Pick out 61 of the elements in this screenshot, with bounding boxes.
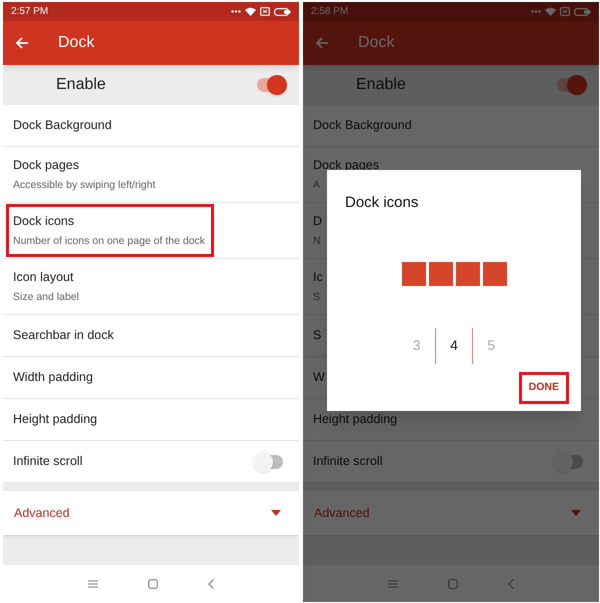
caret-down-icon[interactable] <box>571 510 581 516</box>
setting-title: Dock pages <box>13 156 80 174</box>
setting-row[interactable]: Height padding <box>3 399 299 441</box>
setting-title: Height padding <box>313 411 398 428</box>
setting-subtitle: S <box>313 290 322 304</box>
setting-row[interactable]: Dock pages Accessible by swiping left/right <box>3 147 299 203</box>
toggle-switch[interactable] <box>257 78 285 92</box>
toggle-switch[interactable] <box>255 454 283 468</box>
caret-down-icon[interactable] <box>271 510 281 516</box>
setting-title: Infinite scroll <box>13 453 82 470</box>
back-arrow-icon[interactable] <box>315 36 329 50</box>
back-icon[interactable] <box>208 578 214 588</box>
done-button[interactable]: DONE <box>518 372 569 404</box>
home-icon[interactable] <box>448 578 458 588</box>
setting-title: Width padding <box>13 369 93 386</box>
more-dots-icon <box>531 10 541 13</box>
more-dots-icon <box>231 10 241 13</box>
setting-title: Infinite scroll <box>313 453 382 470</box>
setting-title: Ic <box>313 268 323 286</box>
setting-title: Icon layout <box>13 268 74 286</box>
setting-subtitle: Accessible by swiping left/right <box>13 178 156 192</box>
section-label: Advanced <box>314 504 370 522</box>
setting-title: Dock Background <box>13 117 112 134</box>
setting-row[interactable]: Infinite scroll <box>3 441 299 483</box>
dialog-title: Dock icons <box>345 193 418 213</box>
setting-title: Dock icons <box>13 212 76 230</box>
setting-row[interactable]: Icon layout Size and label <box>3 259 299 315</box>
wifi-icon <box>545 7 556 16</box>
setting-title: Searchbar in dock <box>13 327 114 344</box>
wifi-icon <box>245 7 256 16</box>
setting-title: Dock Background <box>313 117 412 134</box>
enable-label: Enable <box>356 75 406 95</box>
sim-icon <box>260 7 270 16</box>
menu-icon[interactable] <box>88 580 98 588</box>
battery-icon <box>574 8 591 16</box>
setting-subtitle: Number of icons on one page of the dock <box>13 234 206 248</box>
menu-icon[interactable] <box>388 580 398 588</box>
section-label: Advanced <box>14 504 70 522</box>
setting-row[interactable]: Width padding <box>3 357 299 399</box>
enable-label: Enable <box>56 75 106 95</box>
screen-title: Dock <box>58 33 94 53</box>
setting-title: D <box>313 212 322 230</box>
setting-subtitle: A <box>313 178 322 192</box>
toggle-switch[interactable] <box>557 78 585 92</box>
setting-subtitle: N <box>313 234 322 248</box>
setting-title: S <box>313 327 322 344</box>
setting-subtitle: Size and label <box>13 290 79 304</box>
battery-icon <box>274 8 291 16</box>
home-icon[interactable] <box>148 578 158 588</box>
sim-icon <box>560 7 570 16</box>
back-icon[interactable] <box>508 578 514 588</box>
back-arrow-icon[interactable] <box>15 36 29 50</box>
screen-title: Dock <box>358 33 394 53</box>
setting-row[interactable]: Dock Background <box>3 105 299 147</box>
number-option[interactable]: 4 <box>450 335 458 356</box>
status-time: 2:58 PM <box>311 5 348 19</box>
setting-title: W <box>313 369 325 386</box>
status-time: 2:57 PM <box>11 5 48 19</box>
setting-row[interactable]: Searchbar in dock <box>3 315 299 357</box>
setting-title: Height padding <box>13 411 98 428</box>
advanced-section[interactable]: Advanced <box>3 491 299 535</box>
